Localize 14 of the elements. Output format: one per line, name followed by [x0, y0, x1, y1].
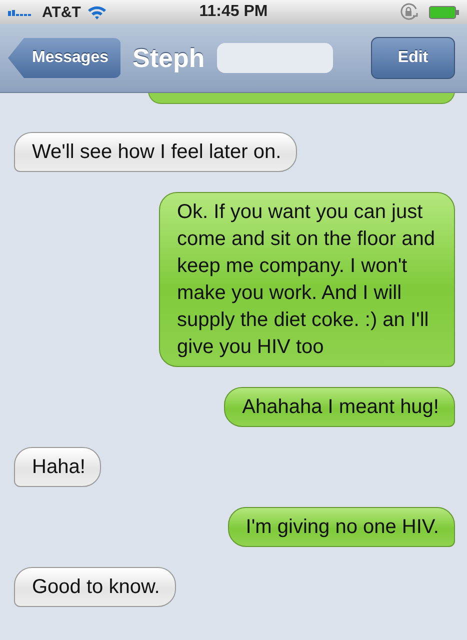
- sent-message: Ok. If you want you can just come and sit on the floor and keep me company. I won't make you work. And I will supply the diet coke. :) an I'll give you HIV too: [159, 192, 455, 367]
- sent-message: Ahahaha I meant hug!: [224, 387, 455, 427]
- edit-button[interactable]: Edit: [371, 37, 455, 79]
- received-message: Haha!: [14, 447, 102, 487]
- status-time: 11:45 PM: [199, 3, 268, 21]
- back-button[interactable]: Messages: [8, 38, 120, 78]
- sent-message: I'm giving no one HIV.: [228, 507, 455, 547]
- battery-icon: [429, 6, 460, 18]
- carrier-name: AT&T: [42, 4, 81, 20]
- conversation-title: Steph: [132, 42, 205, 74]
- rotation-lock-icon: [399, 3, 420, 21]
- received-message: We'll see how I feel later on.: [14, 132, 298, 172]
- received-message: Good to know.: [14, 567, 176, 607]
- wifi-icon: [86, 4, 107, 20]
